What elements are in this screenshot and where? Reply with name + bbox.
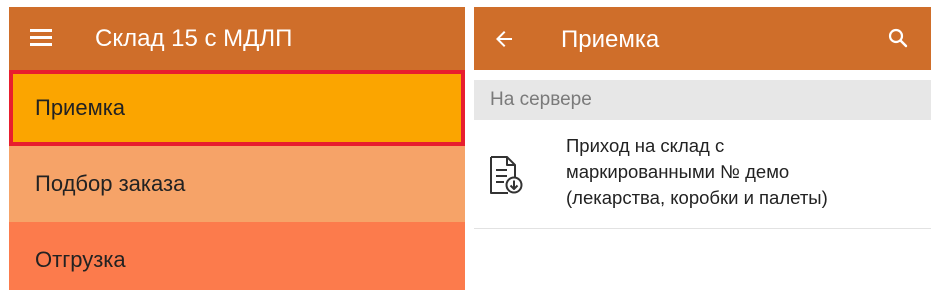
document-download-icon [490, 156, 523, 194]
document-title-line: маркированными № демо [566, 161, 790, 182]
document-title-line: (лекарства, коробки и палеты) [566, 187, 828, 208]
document-title: Приход на склад с маркированными № демо … [566, 133, 916, 211]
menu-item-priemka[interactable]: Приемка [9, 70, 465, 146]
section-header-label: На сервере [490, 89, 592, 110]
hamburger-menu-icon[interactable] [30, 29, 52, 47]
menu-item-otgruzka[interactable]: Отгрузка [9, 222, 465, 290]
screen-title: Приемка [561, 26, 660, 53]
document-title-line: Приход на склад с [566, 135, 725, 156]
menu-item-podbor-zakaza[interactable]: Подбор заказа [9, 146, 465, 222]
app-title: Склад 15 с МДЛП [95, 25, 293, 52]
menu-item-label: Отгрузка [35, 247, 126, 272]
priemka-screen: Приемка На сервере Приход на склад с мар… [474, 7, 931, 290]
main-menu-screen: Склад 15 с МДЛП Приемка Подбор заказа От… [9, 7, 465, 290]
menu-item-label: Приемка [35, 95, 126, 120]
back-arrow-icon[interactable] [492, 27, 516, 51]
menu-item-label: Подбор заказа [35, 171, 186, 196]
app-bar: Приемка [474, 7, 931, 70]
screenshot-composite: Склад 15 с МДЛП Приемка Подбор заказа От… [0, 0, 940, 290]
section-header-on-server: На сервере [474, 80, 931, 120]
document-list-item[interactable]: Приход на склад с маркированными № демо … [474, 120, 931, 229]
search-icon[interactable] [886, 26, 910, 50]
app-bar: Склад 15 с МДЛП [9, 7, 465, 70]
